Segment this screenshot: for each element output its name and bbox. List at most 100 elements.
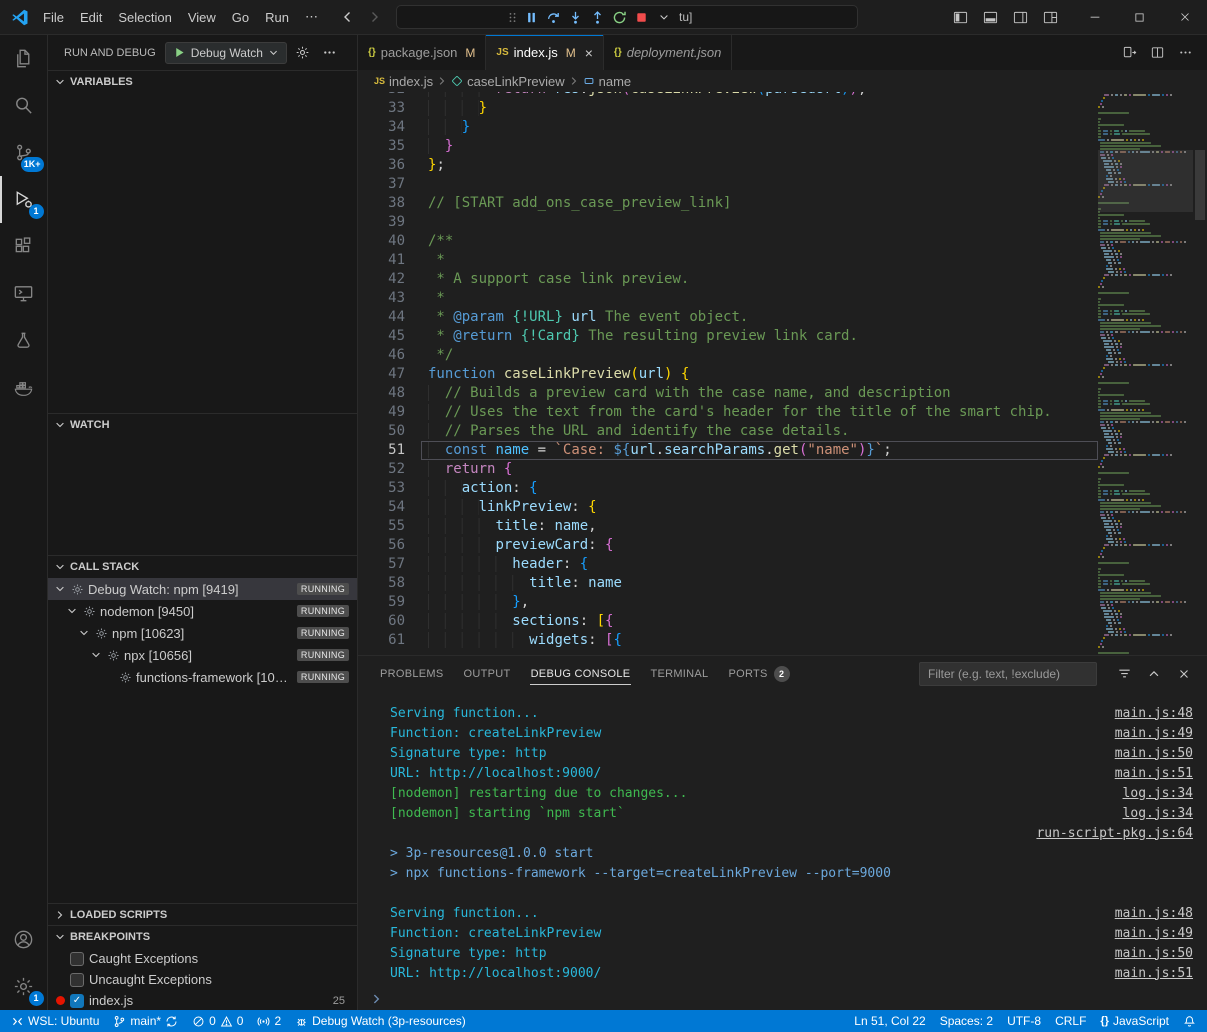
code-text[interactable]: // Builds a preview card with the case n… [421, 384, 1098, 403]
source-link[interactable]: main.js:48 [1095, 906, 1193, 921]
call-stack-session[interactable]: Debug Watch: npm [9419]RUNNING [48, 578, 357, 600]
maximize-button[interactable] [1117, 0, 1162, 35]
status-notifications[interactable] [1176, 1010, 1203, 1032]
console-filter-input[interactable] [919, 662, 1097, 686]
source-link[interactable]: main.js:50 [1095, 746, 1193, 761]
call-stack-session[interactable]: npx [10656]RUNNING [48, 644, 357, 666]
line-number[interactable]: 44 [358, 308, 405, 327]
breakpoint-row[interactable]: Caught Exceptions [48, 948, 357, 969]
restart-button[interactable] [609, 6, 630, 28]
menu-edit[interactable]: Edit [72, 10, 110, 25]
source-link[interactable]: main.js:51 [1095, 966, 1193, 981]
step-out-button[interactable] [587, 6, 608, 28]
line-number[interactable]: 55 [358, 517, 405, 536]
code-text[interactable] [421, 213, 1098, 232]
status-encoding[interactable]: UTF-8 [1000, 1010, 1048, 1032]
line-number[interactable]: 47 [358, 365, 405, 384]
line-number[interactable]: 39 [358, 213, 405, 232]
activity-testing[interactable] [0, 317, 48, 364]
code-text[interactable]: } [421, 137, 1098, 156]
activity-source-control[interactable]: 1K+ [0, 129, 48, 176]
source-link[interactable]: main.js:51 [1095, 766, 1193, 781]
menu-file[interactable]: File [35, 10, 72, 25]
status-debug-session[interactable]: Debug Watch (3p-resources) [288, 1010, 473, 1032]
breadcrumb-caseLinkPreview[interactable]: caseLinkPreview [451, 74, 565, 89]
activity-settings[interactable]: 1 [0, 963, 48, 1010]
source-link[interactable]: main.js:50 [1095, 946, 1193, 961]
minimize-button[interactable] [1072, 0, 1117, 35]
activity-remote-explorer[interactable] [0, 270, 48, 317]
code-text[interactable]: * @param {!URL} url The event object. [421, 308, 1098, 327]
code-text[interactable]: * @return {!Card} The resulting preview … [421, 327, 1098, 346]
call-stack-session[interactable]: functions-framework [106…RUNNING [48, 666, 357, 688]
line-number[interactable]: 60 [358, 612, 405, 631]
code-text[interactable]: }; [421, 156, 1098, 175]
source-link[interactable]: main.js:49 [1095, 926, 1193, 941]
loaded-scripts-section-header[interactable]: LOADED SCRIPTS [48, 904, 357, 925]
status-eol[interactable]: CRLF [1048, 1010, 1093, 1032]
breakpoint-checkbox[interactable]: ✓ [70, 994, 84, 1008]
code-editor[interactable]: 32 return res.json(caseLinkPreview(parse… [358, 92, 1207, 655]
close-panel-icon[interactable] [1173, 663, 1195, 685]
code-text[interactable]: header: { [421, 555, 1098, 574]
code-text[interactable]: return { [421, 460, 1098, 479]
activity-search[interactable] [0, 82, 48, 129]
breadcrumb-name[interactable]: name [583, 74, 632, 89]
menu-run[interactable]: Run [257, 10, 297, 25]
call-stack-section-header[interactable]: CALL STACK [48, 556, 357, 578]
line-number[interactable]: 49 [358, 403, 405, 422]
start-debug-icon[interactable] [173, 46, 186, 59]
breakpoints-section-header[interactable]: BREAKPOINTS [48, 926, 357, 948]
status-indentation[interactable]: Spaces: 2 [933, 1010, 1000, 1032]
code-text[interactable]: function caseLinkPreview(url) { [421, 365, 1098, 384]
code-text[interactable]: title: name [421, 574, 1098, 593]
breakpoint-row[interactable]: ✓index.js25 [48, 990, 357, 1010]
menu-more[interactable]: ⋯ [297, 9, 326, 25]
split-editor-icon[interactable] [1145, 41, 1169, 65]
code-text[interactable]: title: name, [421, 517, 1098, 536]
breadcrumb-index.js[interactable]: JSindex.js [374, 74, 433, 89]
customize-layout-icon[interactable] [1036, 4, 1064, 30]
toggle-sidebar-icon[interactable] [946, 4, 974, 30]
activity-docker[interactable] [0, 364, 48, 411]
code-text[interactable]: sections: [{ [421, 612, 1098, 631]
line-number[interactable]: 52 [358, 460, 405, 479]
code-text[interactable]: * [421, 289, 1098, 308]
line-number[interactable]: 36 [358, 156, 405, 175]
line-number[interactable]: 43 [358, 289, 405, 308]
variables-section-header[interactable]: VARIABLES [48, 71, 357, 93]
command-center[interactable]: tu] [396, 5, 858, 29]
menu-selection[interactable]: Selection [110, 10, 179, 25]
line-number[interactable]: 56 [358, 536, 405, 555]
code-text[interactable]: previewCard: { [421, 536, 1098, 555]
step-over-button[interactable] [543, 6, 564, 28]
menu-view[interactable]: View [180, 10, 224, 25]
status-language[interactable]: {} JavaScript [1093, 1010, 1176, 1032]
menu-go[interactable]: Go [224, 10, 257, 25]
status-ports[interactable]: 2 [250, 1010, 288, 1032]
status-cursor-position[interactable]: Ln 51, Col 22 [847, 1010, 932, 1032]
source-link[interactable]: main.js:49 [1095, 726, 1193, 741]
tab-deployment.json[interactable]: {}deployment.json [604, 35, 732, 70]
back-button[interactable] [336, 6, 358, 28]
code-text[interactable]: widgets: [{ [421, 631, 1098, 650]
code-text[interactable]: // Parses the URL and identify the case … [421, 422, 1098, 441]
source-link[interactable]: run-script-pkg.js:64 [1016, 826, 1193, 841]
code-text[interactable]: linkPreview: { [421, 498, 1098, 517]
tab-package.json[interactable]: {}package.jsonM [358, 35, 486, 70]
breakpoint-row[interactable]: Uncaught Exceptions [48, 969, 357, 990]
line-number[interactable]: 51 [358, 441, 405, 460]
line-number[interactable]: 58 [358, 574, 405, 593]
code-text[interactable]: // Uses the text from the card's header … [421, 403, 1098, 422]
code-text[interactable]: * [421, 251, 1098, 270]
panel-tab-output[interactable]: OUTPUT [454, 656, 521, 691]
toolbar-grip-icon[interactable] [505, 11, 520, 24]
line-number[interactable]: 61 [358, 631, 405, 650]
line-number[interactable]: 50 [358, 422, 405, 441]
line-number[interactable]: 41 [358, 251, 405, 270]
code-text[interactable]: const name = `Case: ${url.searchParams.g… [421, 441, 1098, 460]
minimap-slider[interactable] [1098, 150, 1193, 212]
code-text[interactable] [421, 175, 1098, 194]
line-number[interactable]: 38 [358, 194, 405, 213]
breakpoint-checkbox[interactable] [70, 973, 84, 987]
